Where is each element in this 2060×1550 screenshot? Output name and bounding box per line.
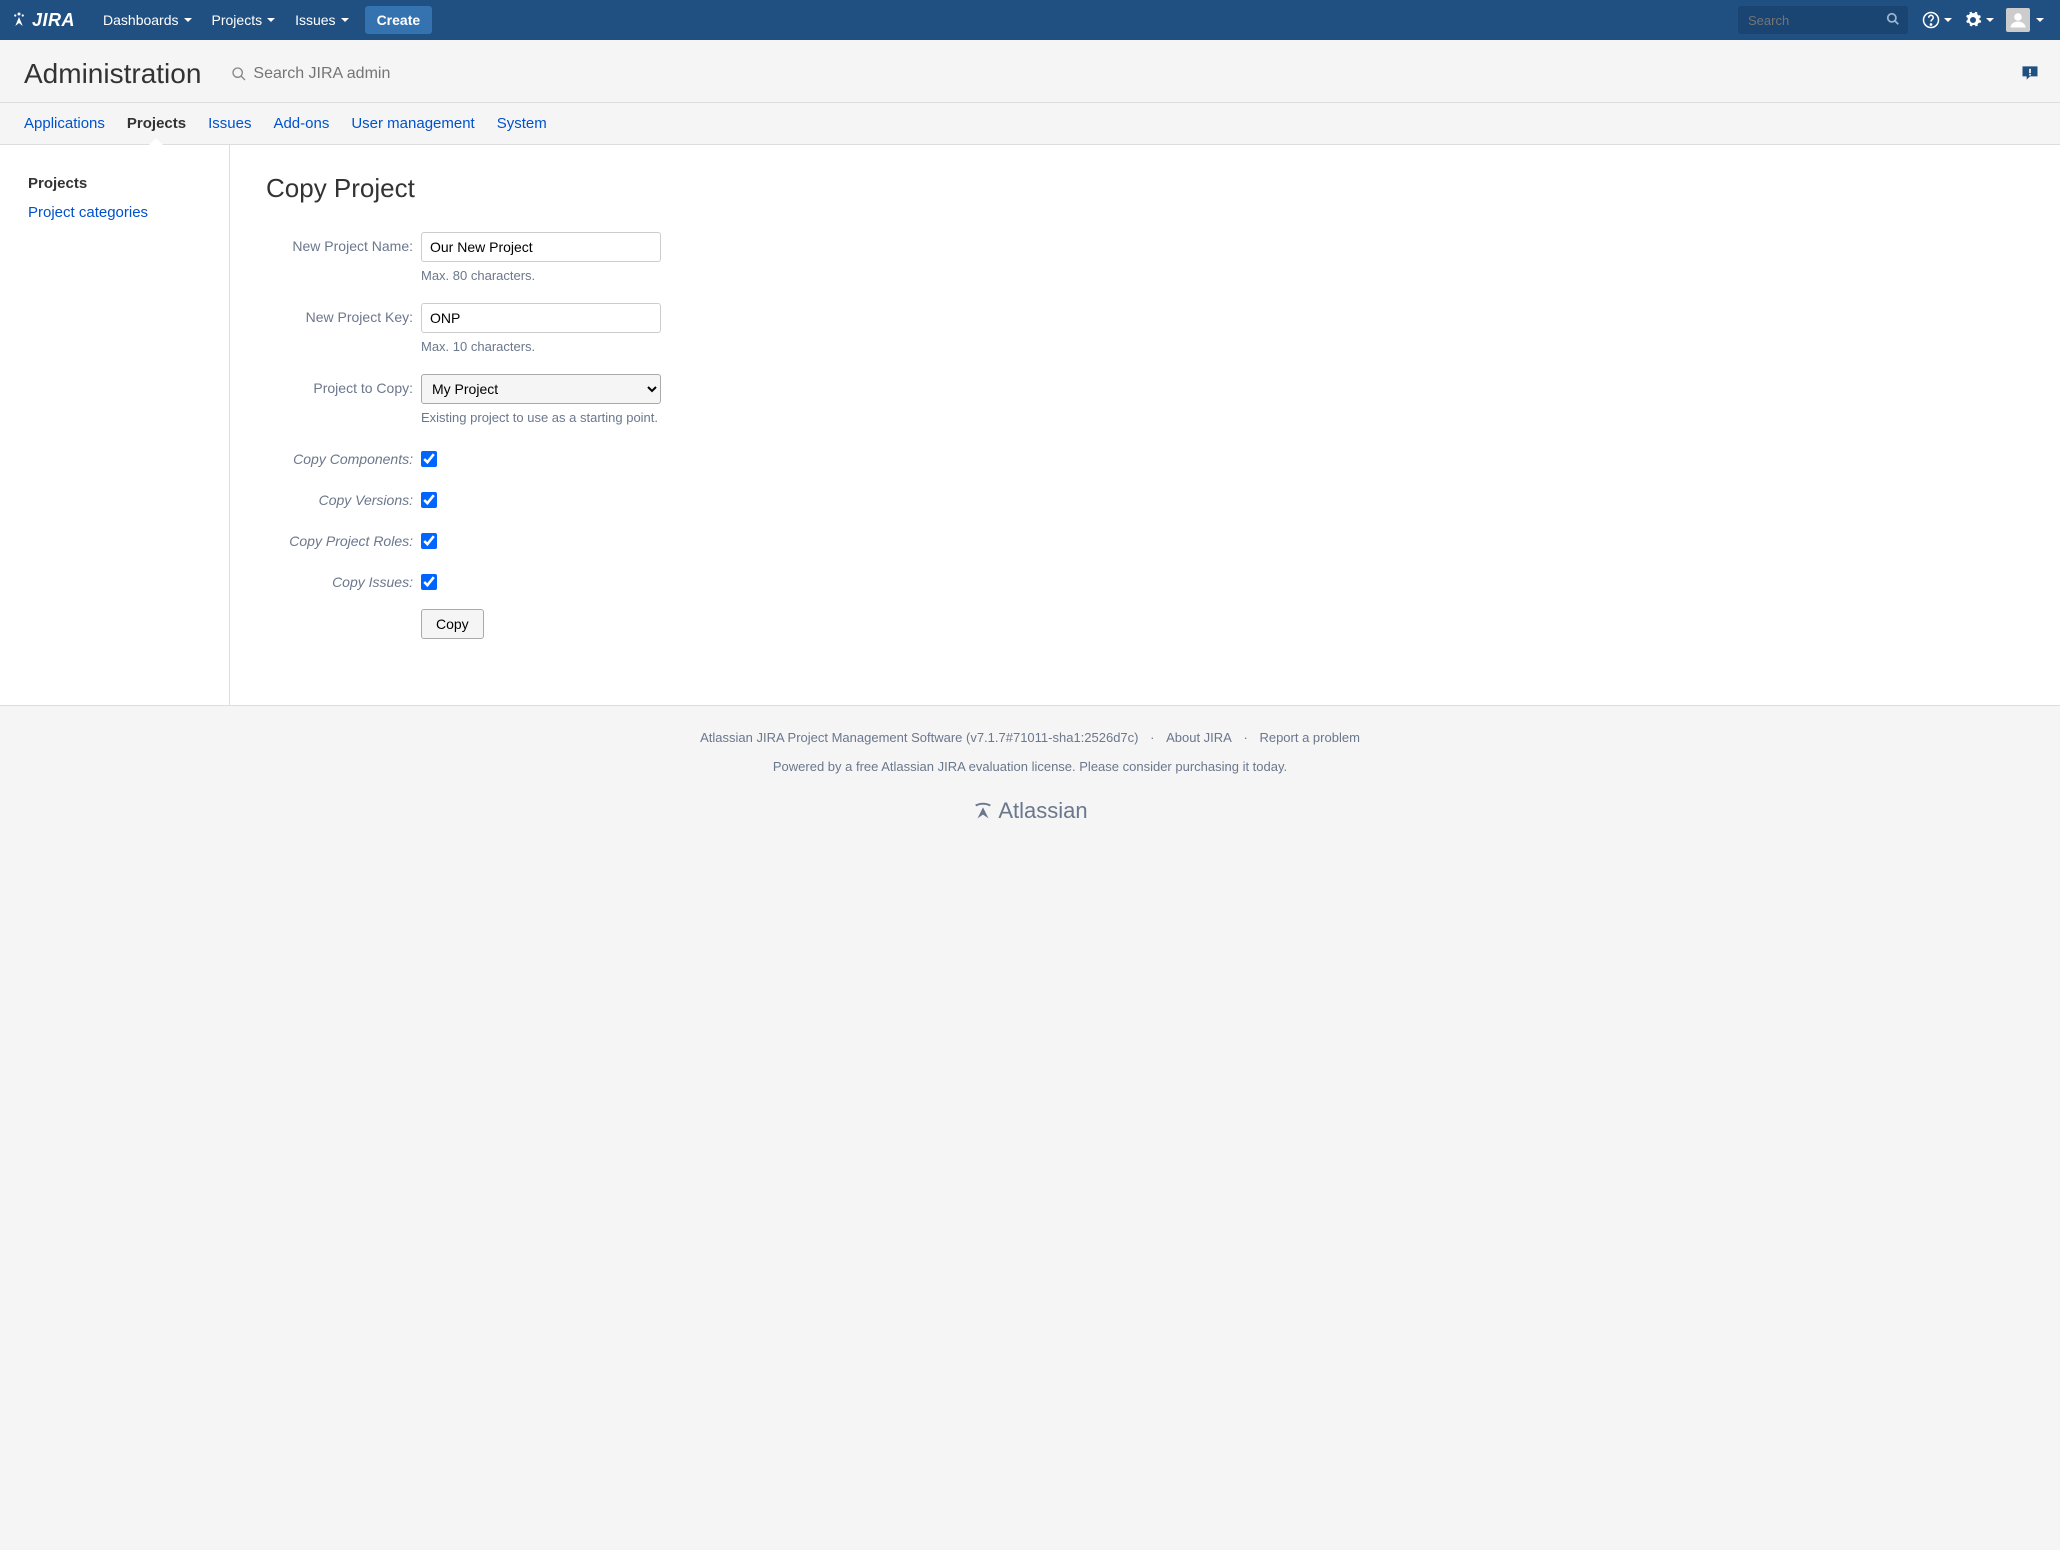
tab-user-management[interactable]: User management: [351, 103, 474, 144]
page-title: Copy Project: [266, 173, 2024, 204]
atlassian-logo-icon: [972, 800, 994, 822]
footer-row-1: Atlassian JIRA Project Management Softwa…: [24, 730, 2036, 745]
settings-menu[interactable]: [1964, 11, 1994, 29]
jira-logo[interactable]: JIRA: [10, 10, 75, 31]
row-project-key: New Project Key: Max. 10 characters.: [266, 303, 2024, 368]
help-icon: [1922, 11, 1940, 29]
chevron-down-icon: [2036, 18, 2044, 22]
help-menu[interactable]: [1922, 11, 1952, 29]
input-project-key[interactable]: [421, 303, 661, 333]
row-copy-roles: Copy Project Roles:: [266, 527, 2024, 552]
sidebar: Projects Project categories: [0, 145, 230, 705]
global-search-input[interactable]: [1738, 6, 1908, 34]
nav-projects[interactable]: Projects: [202, 0, 286, 40]
chevron-down-icon: [267, 18, 275, 22]
chevron-down-icon: [1944, 18, 1952, 22]
label-project-key: New Project Key:: [266, 303, 421, 325]
atlassian-logo-text: Atlassian: [998, 798, 1087, 824]
footer-license: Powered by a free Atlassian JIRA evaluat…: [24, 759, 2036, 774]
chevron-down-icon: [341, 18, 349, 22]
row-copy-versions: Copy Versions:: [266, 486, 2024, 511]
search-icon: [1886, 12, 1900, 29]
footer: Atlassian JIRA Project Management Softwa…: [0, 705, 2060, 848]
hint-project-to-copy: Existing project to use as a starting po…: [421, 410, 716, 425]
footer-about-link[interactable]: About JIRA: [1166, 730, 1232, 745]
tab-projects[interactable]: Projects: [127, 103, 186, 144]
label-copy-issues: Copy Issues:: [266, 568, 421, 590]
input-project-name[interactable]: [421, 232, 661, 262]
footer-software: Atlassian JIRA Project Management Softwa…: [700, 730, 1138, 745]
sidebar-item-projects[interactable]: Projects: [28, 169, 229, 198]
gear-icon: [1964, 11, 1982, 29]
nav-dashboards-label: Dashboards: [103, 12, 179, 28]
hint-project-key: Max. 10 characters.: [421, 339, 716, 354]
avatar: [2006, 8, 2030, 32]
top-nav: JIRA Dashboards Projects Issues Create: [0, 0, 2060, 40]
admin-search-wrap: [231, 65, 453, 83]
admin-tabs: Applications Projects Issues Add-ons Use…: [0, 103, 2060, 145]
tab-issues[interactable]: Issues: [208, 103, 251, 144]
chevron-down-icon: [184, 18, 192, 22]
row-copy-issues: Copy Issues:: [266, 568, 2024, 593]
footer-report-link[interactable]: Report a problem: [1259, 730, 1359, 745]
label-copy-roles: Copy Project Roles:: [266, 527, 421, 549]
feedback-button[interactable]: [2020, 63, 2040, 86]
checkbox-copy-issues[interactable]: [421, 574, 437, 590]
label-project-name: New Project Name:: [266, 232, 421, 254]
separator: ·: [1243, 730, 1247, 745]
main: Projects Project categories Copy Project…: [0, 145, 2060, 705]
label-copy-versions: Copy Versions:: [266, 486, 421, 508]
nav-dashboards[interactable]: Dashboards: [93, 0, 202, 40]
row-submit: Copy: [266, 609, 2024, 639]
select-project-to-copy[interactable]: My Project: [421, 374, 661, 404]
label-project-to-copy: Project to Copy:: [266, 374, 421, 396]
nav-issues-label: Issues: [295, 12, 335, 28]
chevron-down-icon: [1986, 18, 1994, 22]
create-button[interactable]: Create: [365, 6, 433, 34]
checkbox-copy-versions[interactable]: [421, 492, 437, 508]
separator: ·: [1150, 730, 1154, 745]
row-copy-components: Copy Components:: [266, 445, 2024, 470]
admin-title: Administration: [24, 58, 201, 90]
row-project-to-copy: Project to Copy: My Project Existing pro…: [266, 374, 2024, 439]
user-menu[interactable]: [2006, 8, 2044, 32]
admin-search-input[interactable]: [253, 65, 453, 83]
checkbox-copy-roles[interactable]: [421, 533, 437, 549]
admin-header: Administration: [0, 40, 2060, 103]
nav-issues[interactable]: Issues: [285, 0, 358, 40]
hint-project-name: Max. 80 characters.: [421, 268, 716, 283]
row-project-name: New Project Name: Max. 80 characters.: [266, 232, 2024, 297]
tab-applications[interactable]: Applications: [24, 103, 105, 144]
tab-system[interactable]: System: [497, 103, 547, 144]
checkbox-copy-components[interactable]: [421, 451, 437, 467]
nav-projects-label: Projects: [212, 12, 263, 28]
copy-button[interactable]: Copy: [421, 609, 484, 639]
global-search-wrap: [1738, 6, 1908, 34]
content: Copy Project New Project Name: Max. 80 c…: [230, 145, 2060, 705]
feedback-icon: [2020, 63, 2040, 83]
label-copy-components: Copy Components:: [266, 445, 421, 467]
jira-logo-text: JIRA: [32, 10, 75, 31]
jira-logo-icon: [10, 11, 28, 29]
sidebar-item-project-categories[interactable]: Project categories: [28, 198, 229, 227]
tab-addons[interactable]: Add-ons: [273, 103, 329, 144]
search-icon: [231, 66, 247, 82]
atlassian-logo[interactable]: Atlassian: [24, 798, 2036, 824]
